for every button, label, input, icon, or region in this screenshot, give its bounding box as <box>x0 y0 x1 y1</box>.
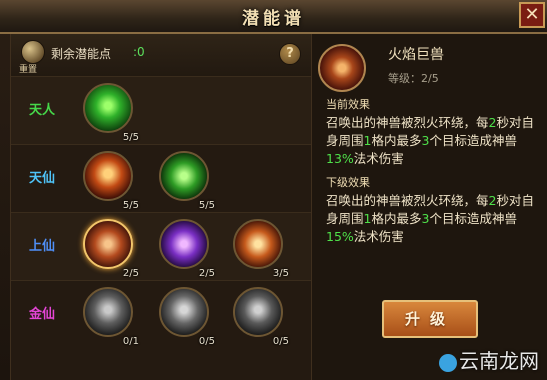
skill-count: 5/5 <box>198 200 215 211</box>
help-icon[interactable]: ? <box>279 43 301 65</box>
skill-count: 5/5 <box>122 200 139 211</box>
green-banner-icon <box>83 83 133 133</box>
window-title: 潜能谱 <box>242 9 305 29</box>
skill-slot[interactable]: 0/5 <box>159 287 215 347</box>
watermark: 云南龙网 <box>439 345 539 374</box>
skill-count: 3/5 <box>272 268 289 279</box>
next-effect-text: 召唤出的神兽被烈火环绕，每2秒对自身周围1格内最多3个目标造成神兽15%法术伤害 <box>326 193 534 244</box>
skill-count: 0/5 <box>272 336 289 347</box>
purple-swirl-icon <box>159 219 209 269</box>
reset-icon[interactable] <box>21 40 45 64</box>
title-bar: 潜能谱 ✕ <box>0 0 547 34</box>
skill-count: 2/5 <box>198 268 215 279</box>
upgrade-button[interactable]: 升级 <box>382 300 478 338</box>
tier-row: 天人 5/5 <box>11 76 311 144</box>
tier-label: 天仙 <box>29 171 56 186</box>
skill-tree-panel: 重置 剩余潜能点 :0 ? 天人 5/5 天仙 5/5 5/5 上仙 2/5 2… <box>10 34 312 380</box>
grey-giant-icon <box>159 287 209 337</box>
fire-skull-icon <box>83 151 133 201</box>
grey-warrior-icon <box>83 287 133 337</box>
tier-label: 上仙 <box>29 239 56 254</box>
skill-slot-selected[interactable]: 2/5 <box>83 219 139 279</box>
skill-detail-panel: 火焰巨兽 等级：2/5 当前效果 召唤出的神兽被烈火环绕，每2秒对自身周围1格内… <box>312 34 547 380</box>
skill-slot[interactable]: 3/5 <box>233 219 289 279</box>
tier-row: 天仙 5/5 5/5 <box>11 144 311 212</box>
skill-count: 2/5 <box>122 268 139 279</box>
next-effect-title: 下级效果 <box>326 176 370 189</box>
skill-count: 0/1 <box>122 336 139 347</box>
skill-name: 火焰巨兽 <box>388 47 444 63</box>
watermark-logo-icon <box>439 353 457 372</box>
flame-skull-icon <box>233 219 283 269</box>
skill-level: 等级：2/5 <box>388 72 439 85</box>
skill-count: 0/5 <box>198 336 215 347</box>
reset-label[interactable]: 重置 <box>19 62 37 75</box>
remaining-points-value: :0 <box>133 45 145 59</box>
skill-slot[interactable]: 5/5 <box>159 151 215 211</box>
skill-slot[interactable]: 2/5 <box>159 219 215 279</box>
tier-label: 天人 <box>29 103 56 118</box>
skill-count: 5/5 <box>122 132 139 143</box>
points-row: 重置 剩余潜能点 :0 ? <box>11 34 311 76</box>
skill-slot[interactable]: 5/5 <box>83 83 139 143</box>
grey-shield-icon <box>233 287 283 337</box>
current-effect-title: 当前效果 <box>326 98 370 111</box>
fire-beast-icon <box>318 44 366 92</box>
green-vortex-icon <box>159 151 209 201</box>
fire-beast-icon <box>83 219 133 269</box>
tier-row: 上仙 2/5 2/5 3/5 <box>11 212 311 280</box>
remaining-points-label: 剩余潜能点 <box>51 47 112 61</box>
close-button[interactable]: ✕ <box>519 2 545 28</box>
potential-window: 潜能谱 ✕ 重置 剩余潜能点 :0 ? 天人 5/5 天仙 5/5 5/5 上仙… <box>0 0 547 380</box>
skill-slot[interactable]: 5/5 <box>83 151 139 211</box>
current-effect-text: 召唤出的神兽被烈火环绕，每2秒对自身周围1格内最多3个目标造成神兽13%法术伤害 <box>326 115 534 166</box>
tier-row: 金仙 0/1 0/5 0/5 <box>11 280 311 348</box>
skill-slot[interactable]: 0/1 <box>83 287 139 347</box>
tier-label: 金仙 <box>29 307 56 322</box>
skill-slot[interactable]: 0/5 <box>233 287 289 347</box>
